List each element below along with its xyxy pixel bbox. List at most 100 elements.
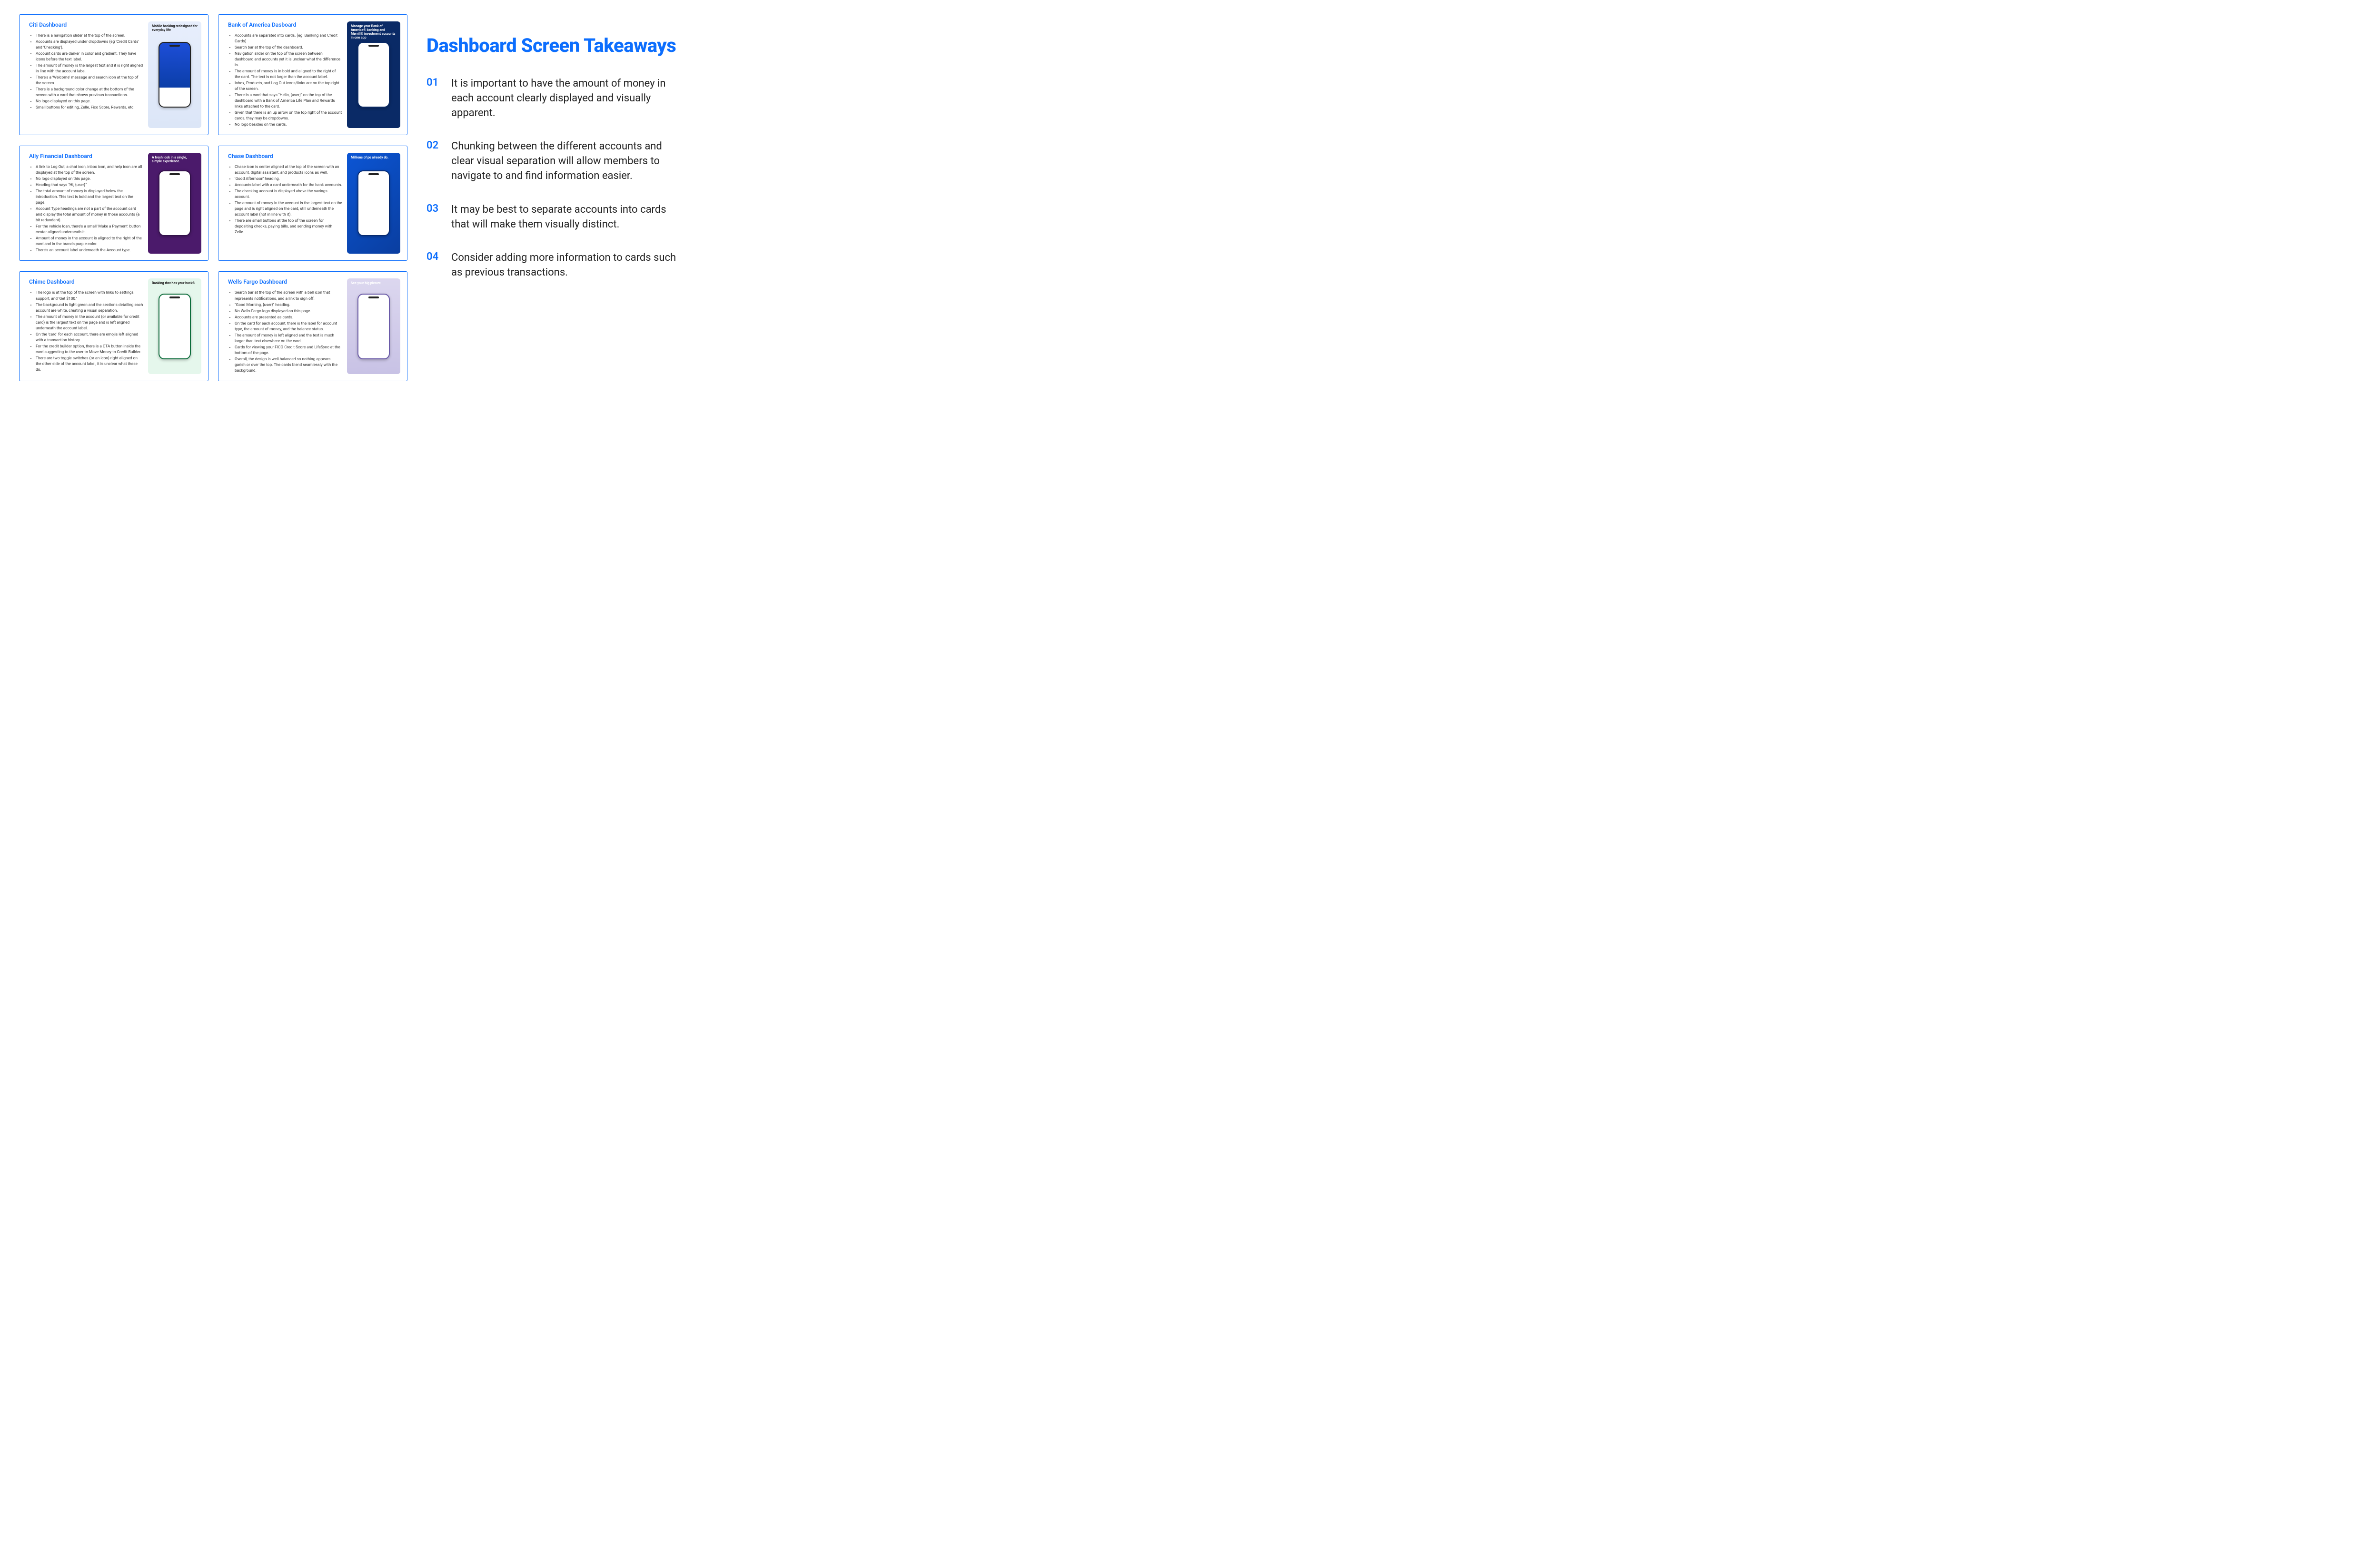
takeaways-panel: Dashboard Screen Takeaways 01 It is impo… [422, 14, 685, 280]
screenshot-caption: Mobile banking redesigned for everyday l… [152, 24, 198, 32]
phone-mock-icon [159, 294, 191, 359]
bullet: For the vehicle loan, there's a small 'M… [36, 224, 143, 235]
bullet: There are small buttons at the top of th… [235, 218, 342, 235]
bullet: There is a background color change at th… [36, 87, 143, 98]
bullet: The amount of money in the account (or a… [36, 314, 143, 331]
card-chime: Chime Dashboard The logo is at the top o… [19, 271, 208, 381]
bullet: Search bar at the top of the screen with… [235, 290, 342, 301]
card-body: Ally Financial Dashboard A link to Log O… [29, 153, 143, 254]
takeaway-text: Consider adding more information to card… [451, 251, 685, 280]
phone-mock-icon [357, 170, 390, 236]
screenshot-caption: A fresh look in a single, simple experie… [152, 156, 198, 163]
card-body: Chase Dashboard Chase icon is center ali… [228, 153, 342, 254]
bullet: A link to Log Out, a chat icon, inbox ic… [36, 164, 143, 176]
card-wells-fargo: Wells Fargo Dashboard Search bar at the … [218, 271, 407, 381]
bullet: There is a card that says "Hello, {user}… [235, 92, 342, 109]
card-body: Chime Dashboard The logo is at the top o… [29, 278, 143, 374]
card-screenshot: A fresh look in a single, simple experie… [148, 153, 201, 254]
card-title: Chase Dashboard [228, 153, 342, 159]
bullet: There is a navigation slider at the top … [36, 33, 143, 39]
takeaway-number: 03 [426, 203, 443, 215]
bullet: "Good Morning, {user}" heading. [235, 302, 342, 308]
bullet: Inbox, Products, and Log Out icons/links… [235, 80, 342, 92]
bullet: Given that there is an up arrow on the t… [235, 110, 342, 121]
bullet: Navigation slider on the top of the scre… [235, 51, 342, 68]
takeaway-item: 02 Chunking between the different accoun… [426, 139, 685, 183]
takeaway-item: 01 It is important to have the amount of… [426, 77, 685, 120]
phone-mock-icon [357, 294, 390, 359]
card-bank-of-america: Bank of America Dasboard Accounts are se… [218, 14, 407, 135]
bullet: 'Good Afternoon' heading. [235, 176, 342, 182]
phone-mock-icon [357, 42, 390, 108]
bullet: No logo besides on the cards. [235, 122, 342, 128]
bullet: The total amount of money is displayed b… [36, 188, 143, 206]
bullet: The background is light green and the se… [36, 302, 143, 314]
bullet: Amount of money in the account is aligne… [36, 236, 143, 247]
bullet: Accounts are presented as cards. [235, 315, 342, 320]
takeaway-text: Chunking between the different accounts … [451, 139, 685, 183]
bullet: There are two toggle switches (or an ico… [36, 356, 143, 373]
screenshot-caption: See your big picture [351, 281, 397, 285]
screenshot-caption: Millions of pe already do. [351, 156, 397, 159]
card-body: Bank of America Dasboard Accounts are se… [228, 21, 342, 128]
dashboard-cards-grid: Citi Dashboard There is a navigation sli… [19, 14, 407, 381]
bullet: Account Type headings are not a part of … [36, 206, 143, 223]
bullet: For the credit builder option, there is … [36, 344, 143, 355]
page-title: Dashboard Screen Takeaways [426, 34, 685, 57]
slide-root: Citi Dashboard There is a navigation sli… [19, 14, 685, 381]
card-screenshot: Mobile banking redesigned for everyday l… [148, 21, 201, 128]
takeaway-number: 01 [426, 77, 443, 89]
card-ally: Ally Financial Dashboard A link to Log O… [19, 146, 208, 261]
bullet: Cards for viewing your FICO Credit Score… [235, 345, 342, 356]
bullet: Accounts label with a card underneath fo… [235, 182, 342, 188]
card-body: Citi Dashboard There is a navigation sli… [29, 21, 143, 128]
bullet: The checking account is displayed above … [235, 188, 342, 200]
card-title: Chime Dashboard [29, 278, 143, 285]
card-title: Wells Fargo Dashboard [228, 278, 342, 285]
bullet: The amount of money is in bold and align… [235, 69, 342, 80]
card-citi: Citi Dashboard There is a navigation sli… [19, 14, 208, 135]
bullet: Small buttons for editing, Zelle, Fico S… [36, 105, 143, 110]
takeaway-number: 02 [426, 139, 443, 151]
bullet: No logo displayed on this page. [36, 99, 143, 104]
card-title: Ally Financial Dashboard [29, 153, 143, 159]
takeaway-number: 04 [426, 251, 443, 263]
card-chase: Chase Dashboard Chase icon is center ali… [218, 146, 407, 261]
takeaway-text: It may be best to separate accounts into… [451, 203, 685, 232]
phone-mock-icon [159, 42, 191, 108]
bullet: The amount of money in the account is th… [235, 200, 342, 217]
phone-mock-icon [159, 170, 191, 236]
bullet: The amount of money is the largest text … [36, 63, 143, 74]
card-title: Bank of America Dasboard [228, 21, 342, 28]
bullet: No Wells Fargo logo displayed on this pa… [235, 308, 342, 314]
card-bullets: Search bar at the top of the screen with… [228, 290, 342, 373]
bullet: No logo displayed on this page. [36, 176, 143, 182]
bullet: There's an account label underneath the … [36, 247, 143, 253]
takeaway-text: It is important to have the amount of mo… [451, 77, 685, 120]
bullet: There's a 'Welcome' message and search i… [36, 75, 143, 86]
card-screenshot: Manage your Bank of America® banking and… [347, 21, 400, 128]
takeaway-item: 04 Consider adding more information to c… [426, 251, 685, 280]
card-screenshot: Banking that has your back® [148, 278, 201, 374]
card-bullets: A link to Log Out, a chat icon, inbox ic… [29, 164, 143, 253]
bullet: Heading that says "Hi, {user}" [36, 182, 143, 188]
screenshot-caption: Banking that has your back® [152, 281, 198, 285]
card-bullets: Accounts are separated into cards. (eg. … [228, 33, 342, 128]
card-bullets: Chase icon is center aligned at the top … [228, 164, 342, 235]
screenshot-caption: Manage your Bank of America® banking and… [351, 24, 397, 40]
card-bullets: The logo is at the top of the screen wit… [29, 290, 143, 372]
bullet: Overall, the design is well-balanced so … [235, 356, 342, 374]
bullet: Accounts are separated into cards. (eg. … [235, 33, 342, 44]
bullet: The logo is at the top of the screen wit… [36, 290, 143, 301]
bullet: Search bar at the top of the dashboard. [235, 45, 342, 50]
takeaway-list: 01 It is important to have the amount of… [426, 77, 685, 280]
card-body: Wells Fargo Dashboard Search bar at the … [228, 278, 342, 374]
takeaway-item: 03 It may be best to separate accounts i… [426, 203, 685, 232]
card-screenshot: See your big picture [347, 278, 400, 374]
bullet: Chase icon is center aligned at the top … [235, 164, 342, 176]
bullet: Account cards are darker in color and gr… [36, 51, 143, 62]
card-bullets: There is a navigation slider at the top … [29, 33, 143, 110]
bullet: On the card for each account, there is t… [235, 321, 342, 332]
bullet: Accounts are displayed under dropdowns (… [36, 39, 143, 50]
bullet: On the 'card' for each account, there ar… [36, 332, 143, 343]
